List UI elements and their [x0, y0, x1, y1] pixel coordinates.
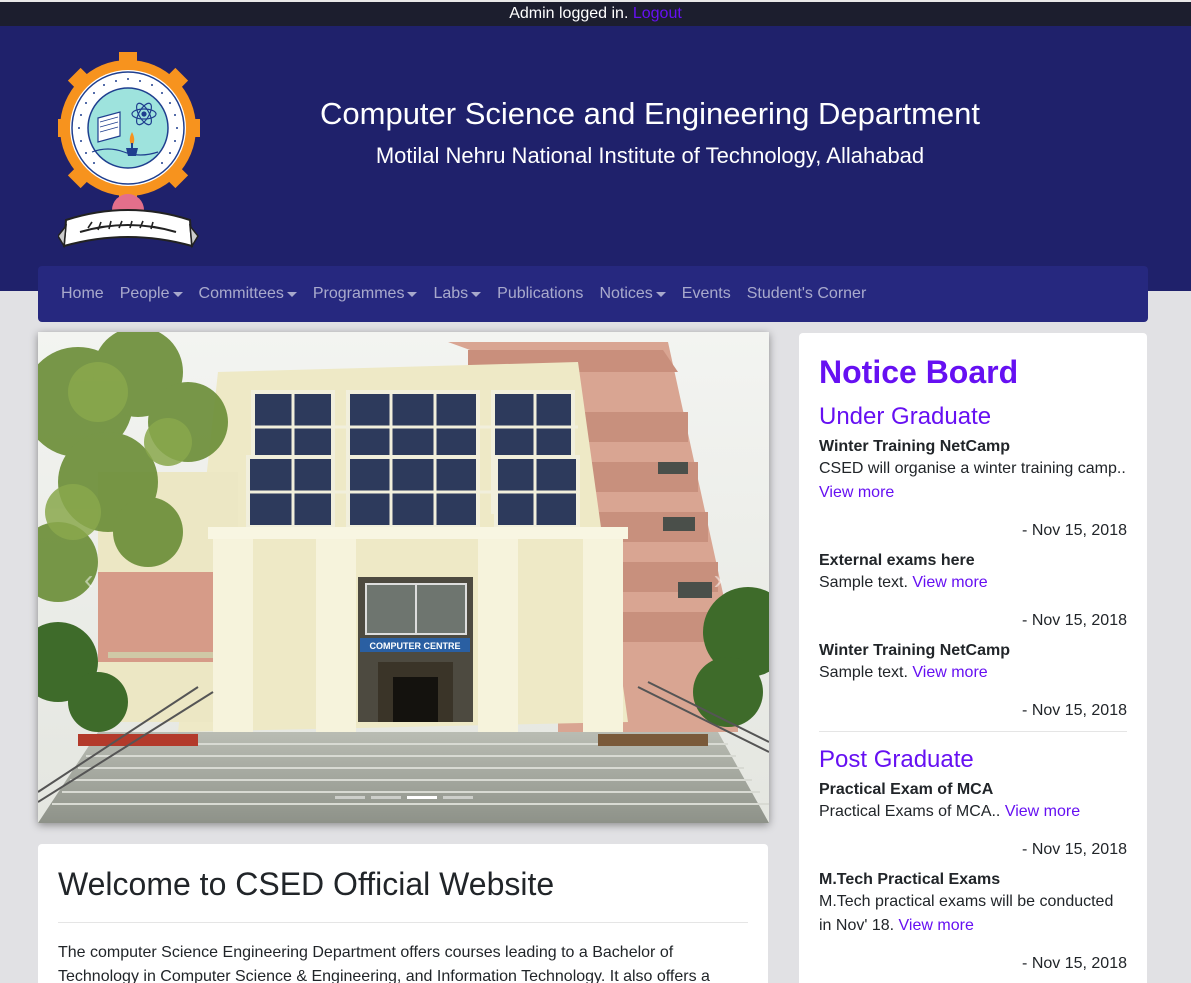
- notice-item: Practical Exam of MCA Practical Exams of…: [819, 780, 1127, 860]
- building-sign: COMPUTER CENTRE: [369, 641, 460, 651]
- notice-summary: Sample text.: [819, 574, 908, 591]
- nav-label: Labs: [433, 285, 469, 302]
- notice-summary: CSED will organise a winter training cam…: [819, 460, 1126, 477]
- divider: [58, 922, 748, 923]
- notice-item: Winter Training NetCamp CSED will organi…: [819, 437, 1127, 541]
- nav-label: Student's Corner: [746, 285, 867, 302]
- caret-down-icon: [655, 291, 666, 297]
- nav-label: Notices: [599, 285, 653, 302]
- divider: [819, 731, 1127, 732]
- nav-label: Committees: [198, 285, 284, 302]
- notice-board: Notice Board Under Graduate Winter Train…: [799, 333, 1147, 983]
- notice-item: External exams here Sample text. View mo…: [819, 551, 1127, 631]
- caret-down-icon: [407, 291, 418, 297]
- notice-title: M.Tech Practical Exams: [819, 871, 1001, 888]
- view-more-link[interactable]: View more: [912, 574, 987, 591]
- notice-text: Sample text. View more: [819, 661, 1127, 685]
- caret-down-icon: [286, 291, 297, 297]
- nav-notices[interactable]: Notices: [591, 266, 673, 322]
- view-more-link[interactable]: View more: [819, 484, 894, 501]
- view-more-link[interactable]: View more: [1005, 803, 1080, 820]
- nav-students-corner[interactable]: Student's Corner: [739, 266, 875, 322]
- notice-text: Sample text. View more: [819, 571, 1127, 595]
- notice-date: - Nov 15, 2018: [1022, 522, 1127, 539]
- notice-title: Winter Training NetCamp: [819, 642, 1010, 659]
- nav-home[interactable]: Home: [53, 266, 112, 322]
- admin-bar: Admin logged in. Logout: [0, 0, 1191, 26]
- carousel-indicators: [38, 796, 769, 799]
- nav-labs[interactable]: Labs: [425, 266, 489, 322]
- welcome-text: The computer Science Engineering Departm…: [58, 944, 710, 983]
- image-carousel: COMPUTER CENTRE ‹ ›: [38, 332, 769, 823]
- institute-logo: [52, 50, 204, 262]
- notice-text: Practical Exams of MCA.. View more: [819, 800, 1127, 824]
- nav-events[interactable]: Events: [674, 266, 739, 322]
- logout-link[interactable]: Logout: [633, 5, 682, 22]
- section-heading-pg[interactable]: Post Graduate: [819, 746, 1127, 774]
- nav-publications[interactable]: Publications: [489, 266, 591, 322]
- nav-label: Events: [681, 285, 731, 302]
- notice-summary: Sample text.: [819, 664, 908, 681]
- building-photo: COMPUTER CENTRE: [38, 332, 769, 823]
- notice-board-title: Notice Board: [819, 354, 1019, 390]
- carousel-prev-icon[interactable]: ‹: [84, 564, 93, 596]
- carousel-indicator-active[interactable]: [406, 796, 437, 799]
- notice-text: M.Tech practical exams will be conducted…: [819, 890, 1127, 938]
- welcome-heading: Welcome to CSED Official Website: [58, 866, 555, 902]
- main-navbar: Home People Committees Programmes Labs P…: [38, 266, 1148, 322]
- institute-subtitle: Motilal Nehru National Institute of Tech…: [375, 143, 925, 168]
- nav-committees[interactable]: Committees: [191, 266, 305, 322]
- nav-programmes[interactable]: Programmes: [305, 266, 426, 322]
- view-more-link[interactable]: View more: [912, 664, 987, 681]
- site-header: Computer Science and Engineering Departm…: [0, 26, 1191, 291]
- carousel-indicator[interactable]: [370, 796, 401, 799]
- admin-status-text: Admin logged in.: [509, 5, 629, 22]
- caret-down-icon: [471, 291, 482, 297]
- view-more-link[interactable]: View more: [899, 917, 974, 934]
- caret-down-icon: [172, 291, 183, 297]
- notice-title: Winter Training NetCamp: [819, 438, 1010, 455]
- notice-date: - Nov 15, 2018: [1022, 841, 1127, 858]
- notice-date: - Nov 15, 2018: [1022, 702, 1127, 719]
- carousel-indicator[interactable]: [334, 796, 365, 799]
- notice-summary: Practical Exams of MCA..: [819, 803, 1001, 820]
- notice-date: - Nov 15, 2018: [1022, 955, 1127, 972]
- nav-label: Programmes: [312, 285, 405, 302]
- welcome-card: Welcome to CSED Official Website The com…: [38, 844, 768, 983]
- nav-people[interactable]: People: [112, 266, 191, 322]
- nav-label: Home: [61, 285, 104, 302]
- notice-title: External exams here: [819, 552, 975, 569]
- department-title: Computer Science and Engineering Departm…: [320, 96, 980, 131]
- carousel-next-icon[interactable]: ›: [714, 564, 723, 596]
- notice-text: CSED will organise a winter training cam…: [819, 457, 1127, 505]
- nav-label: Publications: [497, 285, 584, 302]
- section-heading-ug[interactable]: Under Graduate: [819, 403, 1127, 431]
- carousel-indicator[interactable]: [442, 796, 473, 799]
- notice-title: Practical Exam of MCA: [819, 781, 994, 798]
- notice-item: M.Tech Practical Exams M.Tech practical …: [819, 870, 1127, 974]
- notice-date: - Nov 15, 2018: [1022, 612, 1127, 629]
- notice-item: Winter Training NetCamp Sample text. Vie…: [819, 641, 1127, 721]
- nav-label: People: [119, 285, 170, 302]
